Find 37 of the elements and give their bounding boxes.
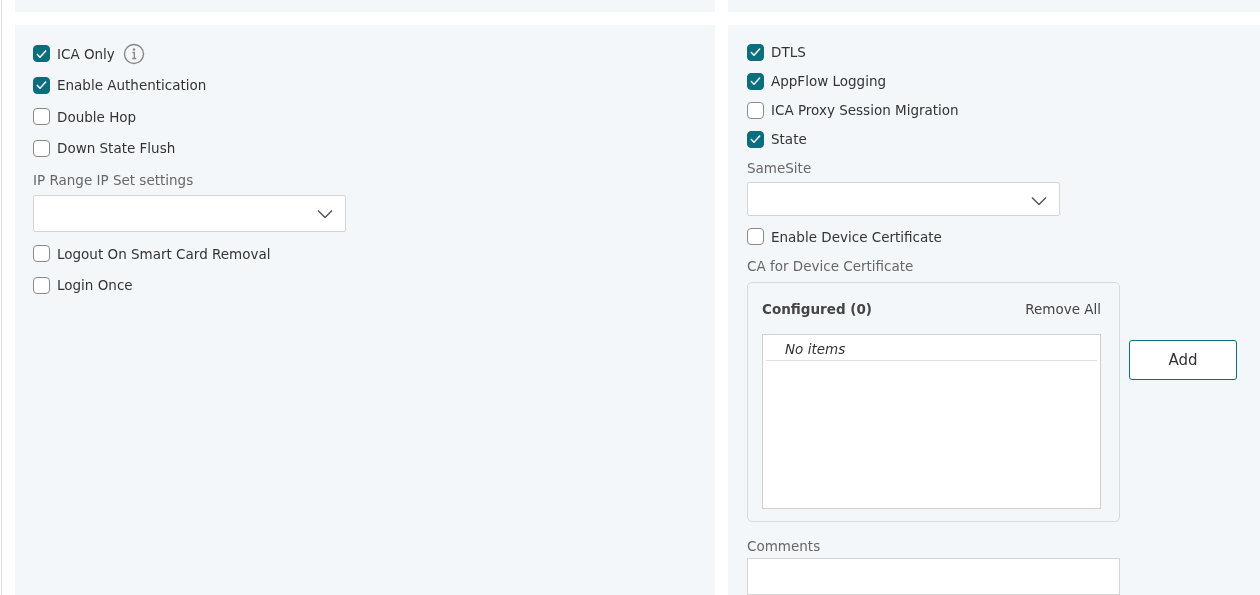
- checkbox-label[interactable]: AppFlow Logging: [771, 73, 887, 90]
- field-label: Comments: [747, 537, 821, 556]
- checkbox[interactable]: [747, 228, 764, 246]
- remove-all-link[interactable]: Remove All: [1025, 300, 1101, 317]
- info-icon[interactable]: [122, 42, 145, 65]
- checkbox-label[interactable]: Login Once: [57, 277, 133, 294]
- checkbox[interactable]: [747, 130, 764, 148]
- checkbox[interactable]: [747, 72, 764, 90]
- checkbox-label[interactable]: DTLS: [771, 44, 806, 61]
- checkbox[interactable]: [33, 76, 50, 94]
- checkbox-label[interactable]: Double Hop: [57, 108, 137, 125]
- list-title: Configured (0): [762, 300, 872, 317]
- dropdown-field[interactable]: [33, 195, 346, 232]
- checkbox[interactable]: [33, 45, 50, 63]
- checkbox-label[interactable]: Logout On Smart Card Removal: [57, 245, 271, 262]
- checkbox-label[interactable]: Enable Device Certificate: [771, 228, 942, 245]
- field-label: SameSite: [747, 159, 812, 179]
- checkbox-label[interactable]: ICA Only: [57, 45, 115, 62]
- checkbox[interactable]: [747, 43, 764, 61]
- field-label: IP Range IP Set settings: [33, 170, 194, 190]
- comments-field[interactable]: [747, 558, 1120, 595]
- empty-message: No items: [766, 336, 1097, 361]
- checkbox-label[interactable]: Down State Flush: [57, 140, 176, 157]
- checkbox[interactable]: [33, 276, 50, 294]
- checkbox-label[interactable]: State: [771, 131, 807, 148]
- checkbox[interactable]: [747, 101, 764, 119]
- checkbox-label[interactable]: ICA Proxy Session Migration: [771, 102, 959, 119]
- checkbox[interactable]: [33, 245, 50, 263]
- checkbox-label[interactable]: Enable Authentication: [57, 77, 207, 94]
- checkbox[interactable]: [33, 108, 50, 126]
- dropdown-field[interactable]: [747, 182, 1060, 217]
- add-button[interactable]: Add: [1129, 339, 1237, 380]
- field-label: CA for Device Certificate: [747, 256, 914, 276]
- chevron-down-icon: [317, 209, 333, 219]
- checkbox[interactable]: [33, 139, 50, 157]
- chevron-down-icon: [1031, 196, 1047, 207]
- list-box[interactable]: No items: [762, 333, 1101, 509]
